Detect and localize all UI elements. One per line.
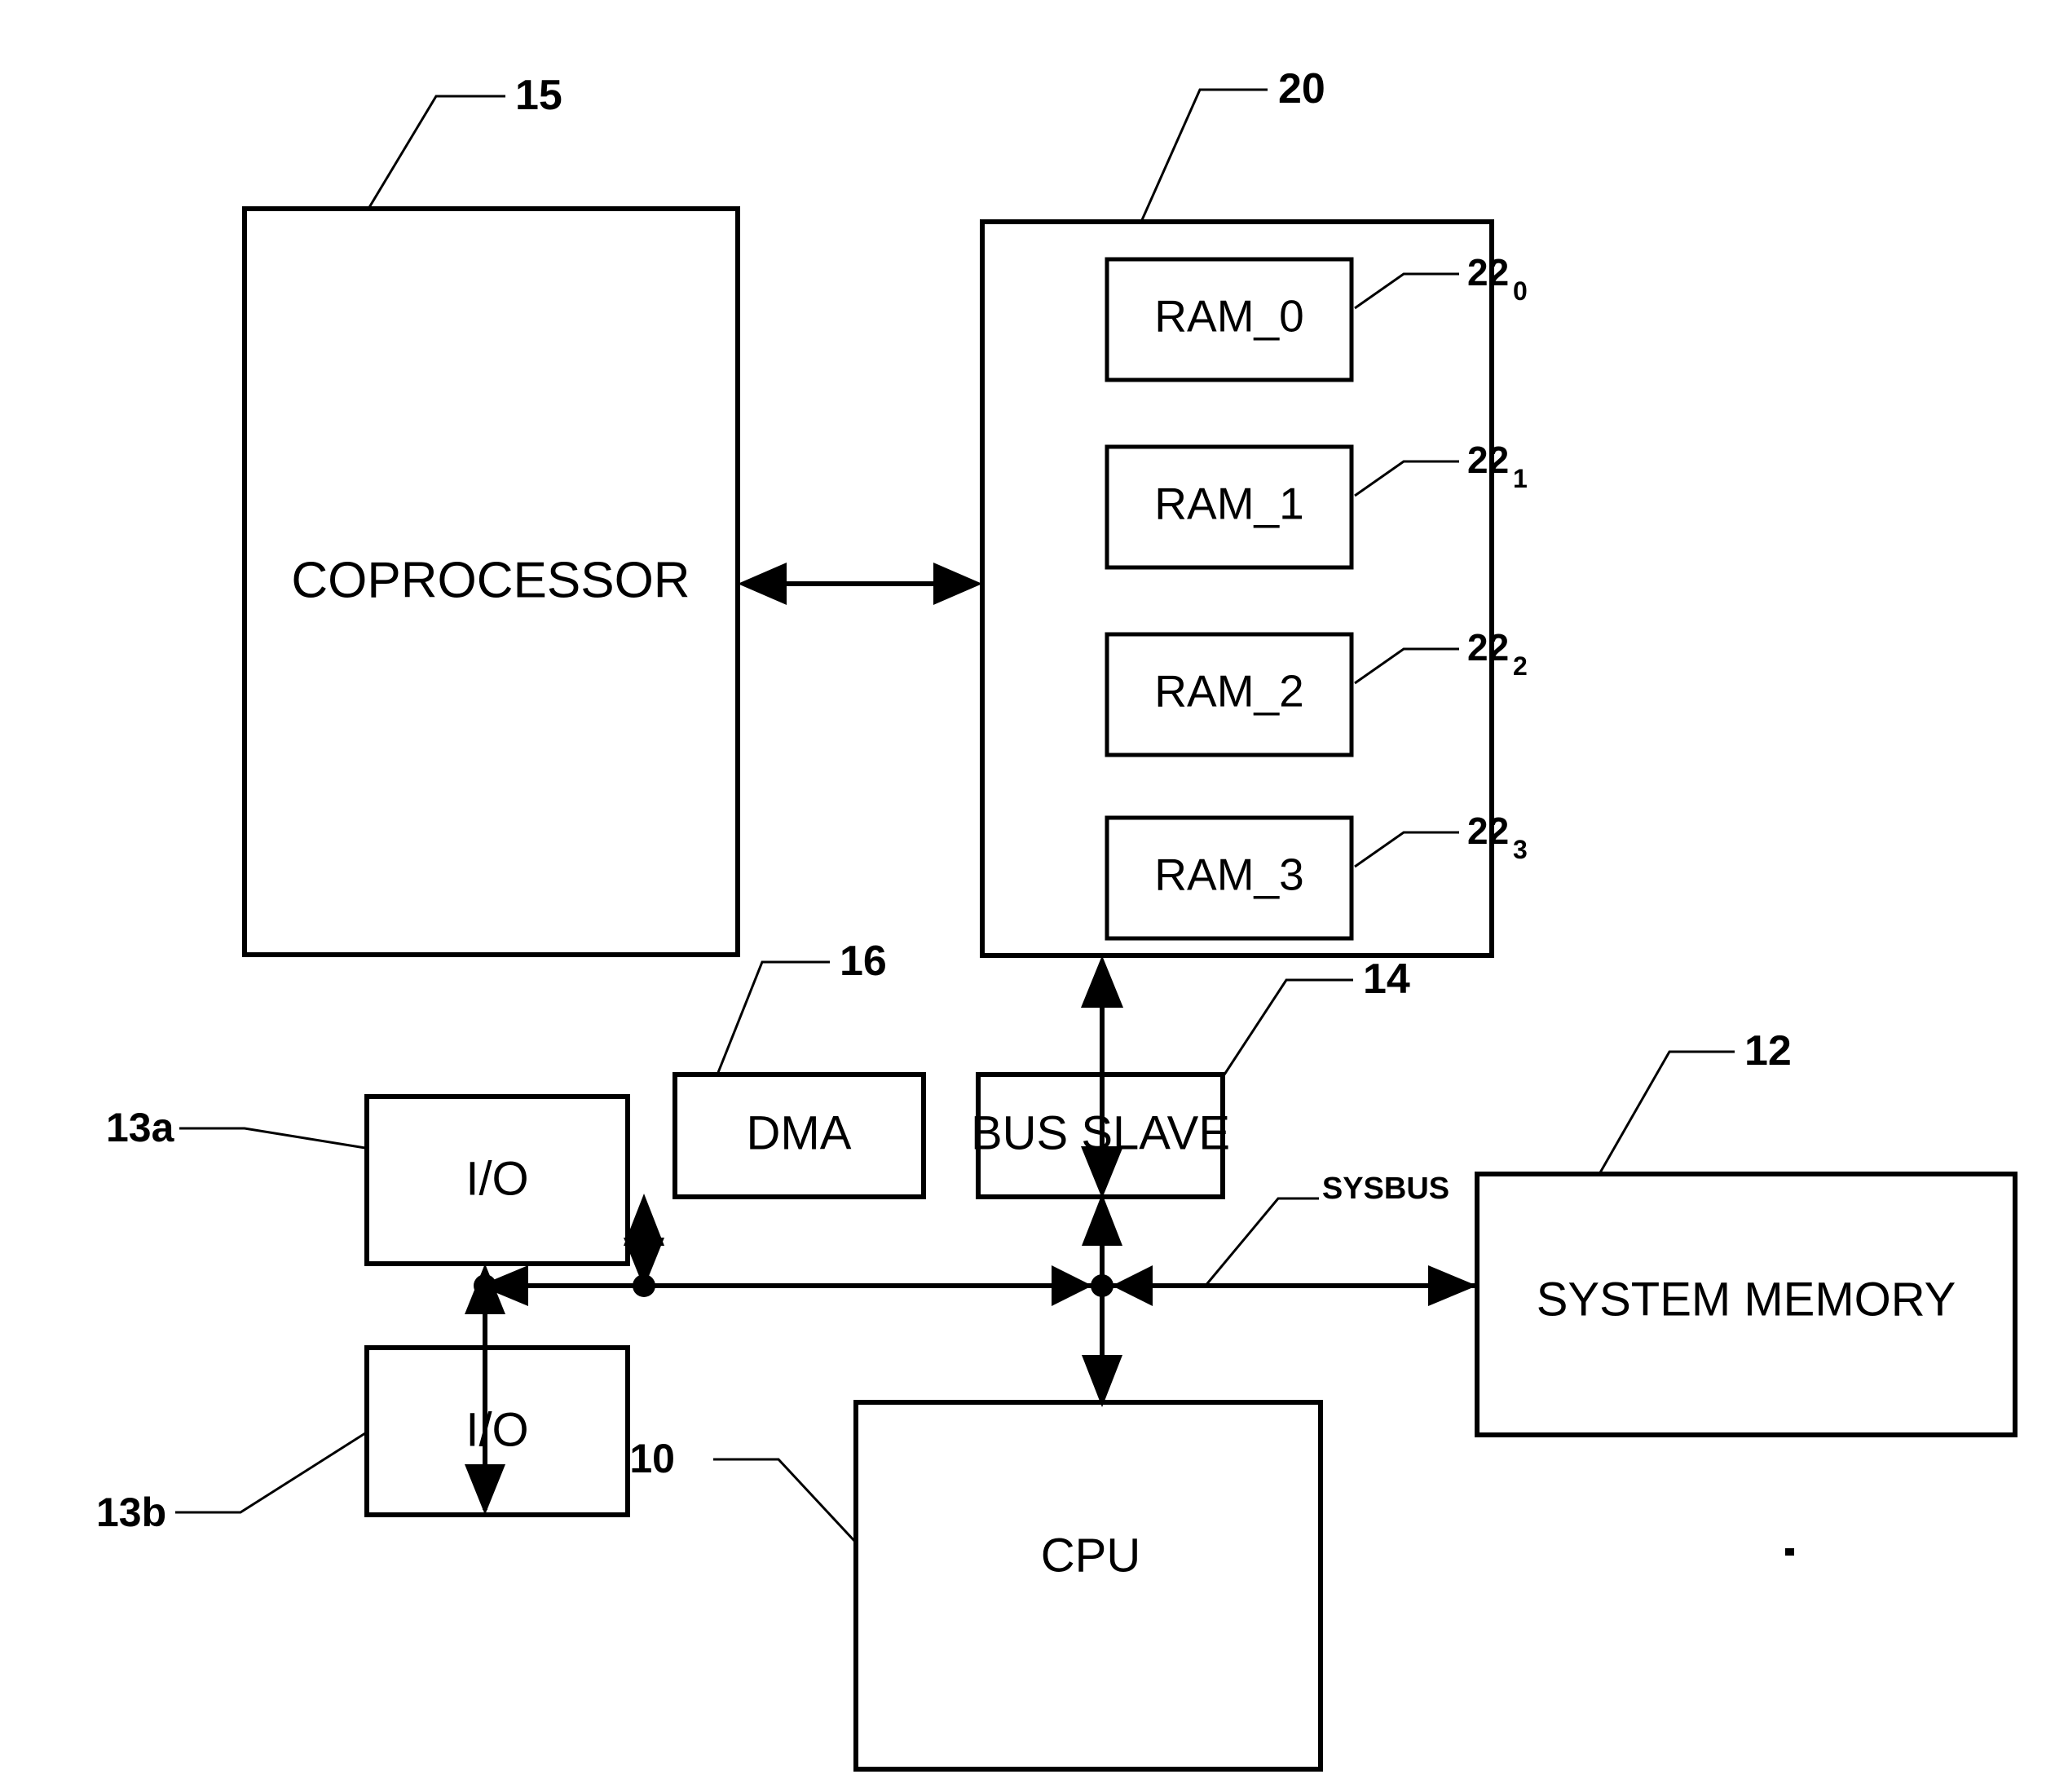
leader-line-20	[1140, 88, 1268, 223]
ref-number-22-3: 22	[1467, 810, 1509, 852]
ram2-label: RAM_2	[1154, 666, 1303, 717]
ref-subscript-22-3: 3	[1513, 835, 1528, 864]
dma-label: DMA	[747, 1106, 852, 1159]
cpu-block	[853, 1400, 1323, 1772]
ref-number-12: 12	[1744, 1027, 1792, 1075]
arrowhead-left-coprocessor-link	[738, 563, 787, 605]
ref-number-13b: 13b	[96, 1490, 166, 1535]
leader-line-13a	[179, 1127, 366, 1150]
diagram-svg: COPROCESSOR 15 20 RAM_0 22 0 RAM_1 22 1 …	[96, 65, 2018, 1772]
ref-number-14: 14	[1363, 956, 1410, 1003]
ref-number-20: 20	[1278, 65, 1325, 113]
junction-dot-io	[474, 1274, 496, 1297]
coprocessor-label: COPROCESSOR	[291, 552, 690, 608]
arrowhead-up-busslave-bus	[1082, 1194, 1122, 1246]
leader-line-14	[1223, 978, 1353, 1075]
io-a-label: I/O	[465, 1152, 528, 1205]
ref-number-22-0: 22	[1467, 251, 1509, 294]
arrowhead-sysbus-right	[1428, 1265, 1477, 1306]
arrowhead-junction-right	[1112, 1265, 1153, 1306]
ref-number-13a: 13a	[106, 1105, 175, 1150]
leader-line-13b	[175, 1432, 366, 1514]
ram1-label: RAM_1	[1154, 479, 1303, 529]
leader-line-16	[716, 960, 830, 1075]
arrowhead-up-memory-busslave	[1081, 956, 1123, 1008]
cpu-label: CPU	[1041, 1529, 1140, 1582]
scan-speck	[1785, 1548, 1794, 1556]
arrowhead-junction-left	[1052, 1265, 1092, 1306]
sysbus-label: SYSBUS	[1322, 1172, 1449, 1206]
ref-number-22-2: 22	[1467, 626, 1509, 669]
arrowhead-down-bus-cpu	[1082, 1355, 1122, 1407]
ram0-label: RAM_0	[1154, 291, 1303, 342]
ref-subscript-22-1: 1	[1513, 464, 1528, 493]
ref-number-22-1: 22	[1467, 439, 1509, 481]
system-memory-label: SYSTEM MEMORY	[1537, 1273, 1956, 1326]
ref-number-15: 15	[515, 72, 562, 119]
io-b-label: I/O	[465, 1403, 528, 1456]
figure-canvas: COPROCESSOR 15 20 RAM_0 22 0 RAM_1 22 1 …	[0, 0, 2055, 1792]
arrowhead-right-coprocessor-link	[933, 563, 982, 605]
ref-subscript-22-0: 0	[1513, 276, 1528, 306]
ref-subscript-22-2: 2	[1513, 651, 1528, 681]
leader-line-sysbus	[1203, 1197, 1319, 1287]
leader-line-15	[367, 95, 505, 210]
ref-number-16: 16	[840, 938, 887, 985]
leader-line-10	[713, 1458, 858, 1544]
ref-number-10: 10	[629, 1436, 675, 1481]
leader-line-12	[1598, 1050, 1735, 1175]
ram3-label: RAM_3	[1154, 850, 1303, 900]
